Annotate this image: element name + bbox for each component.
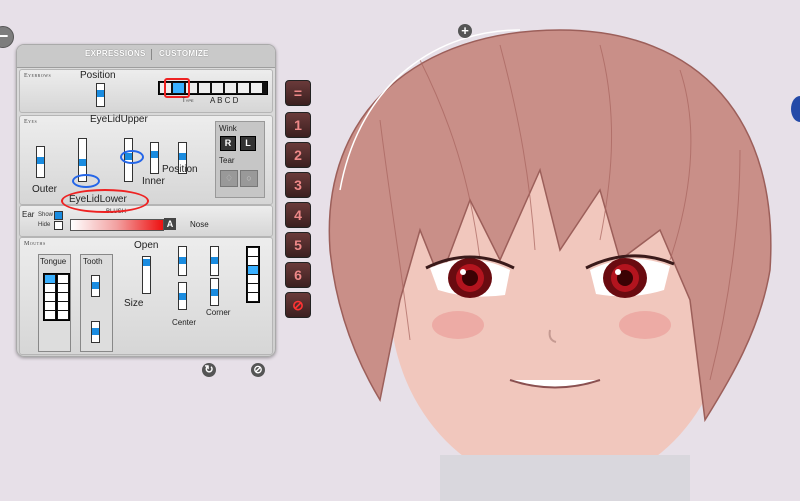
- tongue-option[interactable]: [58, 275, 68, 283]
- eyebrow-position-slider[interactable]: [96, 83, 105, 107]
- panel-tabs: EXPRESSIONS CUSTOMIZE: [17, 45, 275, 68]
- mouth-shape-option[interactable]: [248, 293, 258, 301]
- eyebrows-title: Eyebrows: [24, 73, 52, 79]
- no-entry-icon[interactable]: ⊘: [251, 363, 265, 377]
- mouth-shape-option[interactable]: [248, 266, 258, 274]
- mouth-shape-option[interactable]: [248, 284, 258, 292]
- refresh-icon[interactable]: ↻: [202, 363, 216, 377]
- ear-hide-checkbox[interactable]: [54, 221, 63, 230]
- outer-slider[interactable]: [36, 146, 45, 178]
- center-lower-slider[interactable]: [178, 282, 187, 310]
- eyebrows-section: Eyebrows Position Type A B C D: [19, 69, 273, 113]
- eyes-section: Eyes EyeLidUpper Outer Inner Position Wi…: [19, 114, 273, 205]
- nose-label: Nose: [190, 220, 209, 229]
- tongue-option[interactable]: [45, 311, 55, 319]
- red-annotation-ring: [164, 78, 190, 98]
- type-cell[interactable]: [238, 83, 249, 93]
- tongue-label: Tongue: [40, 257, 67, 266]
- preset-3-button[interactable]: 3: [285, 172, 311, 198]
- tongue-grid-2: [56, 273, 70, 321]
- tongue-option[interactable]: [58, 311, 68, 319]
- tongue-option[interactable]: [45, 284, 55, 292]
- tab-expressions[interactable]: EXPRESSIONS: [85, 49, 146, 58]
- corner-label: Corner: [206, 308, 231, 317]
- tongue-option[interactable]: [58, 284, 68, 292]
- tooth-label: Tooth: [83, 257, 103, 266]
- tongue-option[interactable]: [45, 302, 55, 310]
- eyebrow-position-label: Position: [80, 70, 116, 81]
- eye-position-label: Position: [162, 164, 198, 175]
- wink-l-button[interactable]: L: [240, 136, 256, 151]
- mouth-shape-option[interactable]: [248, 257, 258, 265]
- type-cell[interactable]: [225, 83, 236, 93]
- ear-show-checkbox[interactable]: [54, 211, 63, 220]
- tear-label: Tear: [219, 156, 235, 165]
- tongue-option[interactable]: [58, 302, 68, 310]
- red-annotation-ellipse: [61, 189, 149, 213]
- mouths-title: Mouths: [24, 241, 46, 247]
- corner-upper-slider[interactable]: [210, 246, 219, 276]
- ear-show-label: Show: [38, 212, 54, 218]
- wink-r-button[interactable]: R: [220, 136, 236, 151]
- mouth-shape-grid: [246, 246, 260, 303]
- tooth-lower-slider[interactable]: [91, 321, 100, 343]
- wink-box: Wink R L Tear ♢ ○: [215, 121, 265, 198]
- preset-lock-button[interactable]: ⊘: [285, 292, 311, 318]
- mouth-section: Mouths Tongue Tooth Open Size Center Cor…: [19, 237, 273, 355]
- open-label: Open: [134, 240, 159, 251]
- mouth-shape-option[interactable]: [248, 248, 258, 256]
- blue-annotation: [120, 150, 144, 164]
- preset-1-button[interactable]: 1: [285, 112, 311, 138]
- tongue-option[interactable]: [45, 275, 55, 283]
- minus-icon: −: [0, 26, 9, 46]
- inner-label: Inner: [142, 176, 165, 187]
- center-label: Center: [172, 318, 197, 327]
- eyelid-upper-label: EyeLidUpper: [90, 114, 148, 125]
- tab-separator: [151, 49, 152, 60]
- preset-5-button[interactable]: 5: [285, 232, 311, 258]
- tooth-box: Tooth: [80, 254, 113, 352]
- type-cell[interactable]: [251, 83, 262, 93]
- preset-4-button[interactable]: 4: [285, 202, 311, 228]
- size-label: Size: [124, 298, 144, 309]
- tear-button-2[interactable]: ○: [240, 170, 258, 187]
- preset-column: = 1 2 3 4 5 6 ⊘: [285, 80, 311, 318]
- open-slider[interactable]: [142, 256, 151, 294]
- tear-button-1[interactable]: ♢: [220, 170, 238, 187]
- blue-annotation: [72, 174, 100, 188]
- blush-slider[interactable]: [70, 219, 164, 231]
- corner-lower-slider[interactable]: [210, 278, 219, 306]
- mouth-shape-option[interactable]: [248, 275, 258, 283]
- tongue-option[interactable]: [45, 293, 55, 301]
- type-cell[interactable]: [199, 83, 210, 93]
- expressions-panel: EXPRESSIONS CUSTOMIZE Eyebrows Position …: [16, 44, 276, 357]
- ear-hide-label: Hide: [38, 222, 51, 228]
- inner-slider[interactable]: [150, 142, 159, 174]
- tongue-grid: [43, 273, 57, 321]
- tongue-box: Tongue: [38, 254, 71, 352]
- wink-label: Wink: [219, 124, 237, 133]
- tab-customize[interactable]: CUSTOMIZE: [159, 49, 209, 58]
- ear-label: Ear: [22, 210, 35, 219]
- plus-icon[interactable]: +: [458, 24, 472, 38]
- shirt: [440, 455, 690, 501]
- tooth-upper-slider[interactable]: [91, 275, 100, 297]
- tongue-option[interactable]: [58, 293, 68, 301]
- ear-section: Ear Show Hide BLUSH A Nose: [19, 205, 273, 237]
- outer-label: Outer: [32, 184, 58, 195]
- type-label: Type: [182, 98, 194, 104]
- preset-menu-button[interactable]: =: [285, 80, 311, 106]
- type-cell[interactable]: [212, 83, 223, 93]
- eyes-title: Eyes: [24, 119, 38, 125]
- type-letters: A B C D: [210, 96, 239, 105]
- center-upper-slider[interactable]: [178, 246, 187, 276]
- blush-auto-button[interactable]: A: [164, 218, 176, 230]
- preset-2-button[interactable]: 2: [285, 142, 311, 168]
- preset-6-button[interactable]: 6: [285, 262, 311, 288]
